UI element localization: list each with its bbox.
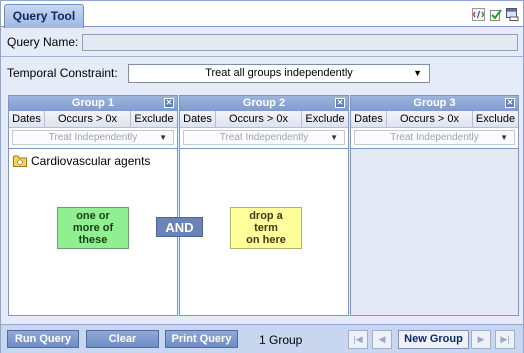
hint-line: more of xyxy=(72,222,114,234)
chevron-down-icon: ▼ xyxy=(330,133,338,142)
next-page-icon[interactable]: ▶ xyxy=(471,330,491,349)
exclude-button[interactable]: Exclude xyxy=(473,111,518,127)
group-drop-area[interactable]: Cardiovascular agents one or more of the… xyxy=(9,148,177,315)
temporal-constraint-value: Treat all groups independently xyxy=(205,67,353,79)
group-column-headers: Dates Occurs > 0x Exclude xyxy=(9,111,177,128)
group-header: Group 1 ✕ xyxy=(9,96,177,111)
tab-bar: Query Tool xyxy=(1,1,523,28)
and-connector: AND xyxy=(156,217,203,237)
chevron-down-icon: ▼ xyxy=(413,68,422,78)
dates-button[interactable]: Dates xyxy=(351,111,387,127)
group-panel-1: Group 1 ✕ Dates Occurs > 0x Exclude Trea… xyxy=(8,95,178,316)
check-icon[interactable] xyxy=(489,8,502,21)
dates-button[interactable]: Dates xyxy=(9,111,45,127)
tab-query-tool[interactable]: Query Tool xyxy=(4,4,84,28)
temporal-constraint-select[interactable]: Treat all groups independently ▼ xyxy=(128,64,430,83)
group-timing-wrap: Treat Independently ▼ xyxy=(351,128,518,148)
term-label: Cardiovascular agents xyxy=(31,154,151,168)
last-page-icon[interactable]: ▶| xyxy=(495,330,515,349)
group-timing-select[interactable]: Treat Independently ▼ xyxy=(12,130,174,145)
group-timing-value: Treat Independently xyxy=(48,132,138,143)
hint-line: one or xyxy=(76,210,110,222)
new-group-button[interactable]: New Group xyxy=(398,330,469,349)
bottom-toolbar: Run Query Clear Print Query 1 Group |◀ ◀… xyxy=(1,324,523,353)
group-timing-wrap: Treat Independently ▼ xyxy=(9,128,177,148)
toolbar-icons xyxy=(472,8,519,21)
chevron-down-icon: ▼ xyxy=(159,133,167,142)
query-tool-panel: Query Tool Query Name: Temporal Constrai… xyxy=(0,0,524,353)
group-title: Group 2 xyxy=(242,97,286,109)
hint-line: on here xyxy=(246,234,286,246)
group-drop-area[interactable]: drop a term on here xyxy=(180,148,348,315)
hint-line: these xyxy=(78,234,108,246)
group-timing-select[interactable]: Treat Independently ▼ xyxy=(183,130,345,145)
query-name-input[interactable] xyxy=(82,34,518,51)
drop-hint: drop a term on here xyxy=(230,207,302,249)
print-query-button[interactable]: Print Query xyxy=(165,330,238,348)
group-column-headers: Dates Occurs > 0x Exclude xyxy=(180,111,348,128)
drop-hint: one or more of these xyxy=(57,207,129,249)
group-drop-area[interactable] xyxy=(351,148,518,315)
divider xyxy=(1,56,523,57)
term-item[interactable]: Cardiovascular agents xyxy=(13,154,150,168)
occurs-button[interactable]: Occurs > 0x xyxy=(387,111,473,127)
first-page-icon[interactable]: |◀ xyxy=(348,330,368,349)
group-timing-wrap: Treat Independently ▼ xyxy=(180,128,348,148)
query-name-row: Query Name: xyxy=(1,31,523,53)
hint-line: drop a xyxy=(249,210,283,222)
group-header: Group 3 ✕ xyxy=(351,96,518,111)
folder-icon xyxy=(13,155,27,167)
group-timing-select[interactable]: Treat Independently ▼ xyxy=(354,130,515,145)
group-header: Group 2 ✕ xyxy=(180,96,348,111)
hint-line: term xyxy=(254,222,278,234)
dates-button[interactable]: Dates xyxy=(180,111,216,127)
group-title: Group 3 xyxy=(413,97,456,109)
group-timing-value: Treat Independently xyxy=(219,132,309,143)
close-icon[interactable]: ✕ xyxy=(164,98,174,108)
group-title: Group 1 xyxy=(71,97,115,109)
temporal-constraint-label: Temporal Constraint: xyxy=(7,66,118,80)
clear-button[interactable]: Clear xyxy=(86,330,159,348)
close-icon[interactable]: ✕ xyxy=(505,98,515,108)
exclude-button[interactable]: Exclude xyxy=(131,111,177,127)
run-query-button[interactable]: Run Query xyxy=(7,330,79,348)
group-panel-3: Group 3 ✕ Dates Occurs > 0x Exclude Trea… xyxy=(350,95,519,316)
temporal-constraint-row: Temporal Constraint: Treat all groups in… xyxy=(1,62,523,84)
window-icon[interactable] xyxy=(506,8,519,21)
occurs-button[interactable]: Occurs > 0x xyxy=(216,111,302,127)
occurs-button[interactable]: Occurs > 0x xyxy=(45,111,131,127)
chevron-down-icon: ▼ xyxy=(500,133,508,142)
group-panel-2: Group 2 ✕ Dates Occurs > 0x Exclude Trea… xyxy=(179,95,349,316)
query-name-label: Query Name: xyxy=(7,35,79,49)
group-timing-value: Treat Independently xyxy=(390,132,479,143)
previous-page-icon[interactable]: ◀ xyxy=(372,330,392,349)
exclude-button[interactable]: Exclude xyxy=(302,111,348,127)
group-count: 1 Group xyxy=(259,333,303,347)
group-column-headers: Dates Occurs > 0x Exclude xyxy=(351,111,518,128)
xml-icon[interactable] xyxy=(472,8,485,21)
close-icon[interactable]: ✕ xyxy=(335,98,345,108)
